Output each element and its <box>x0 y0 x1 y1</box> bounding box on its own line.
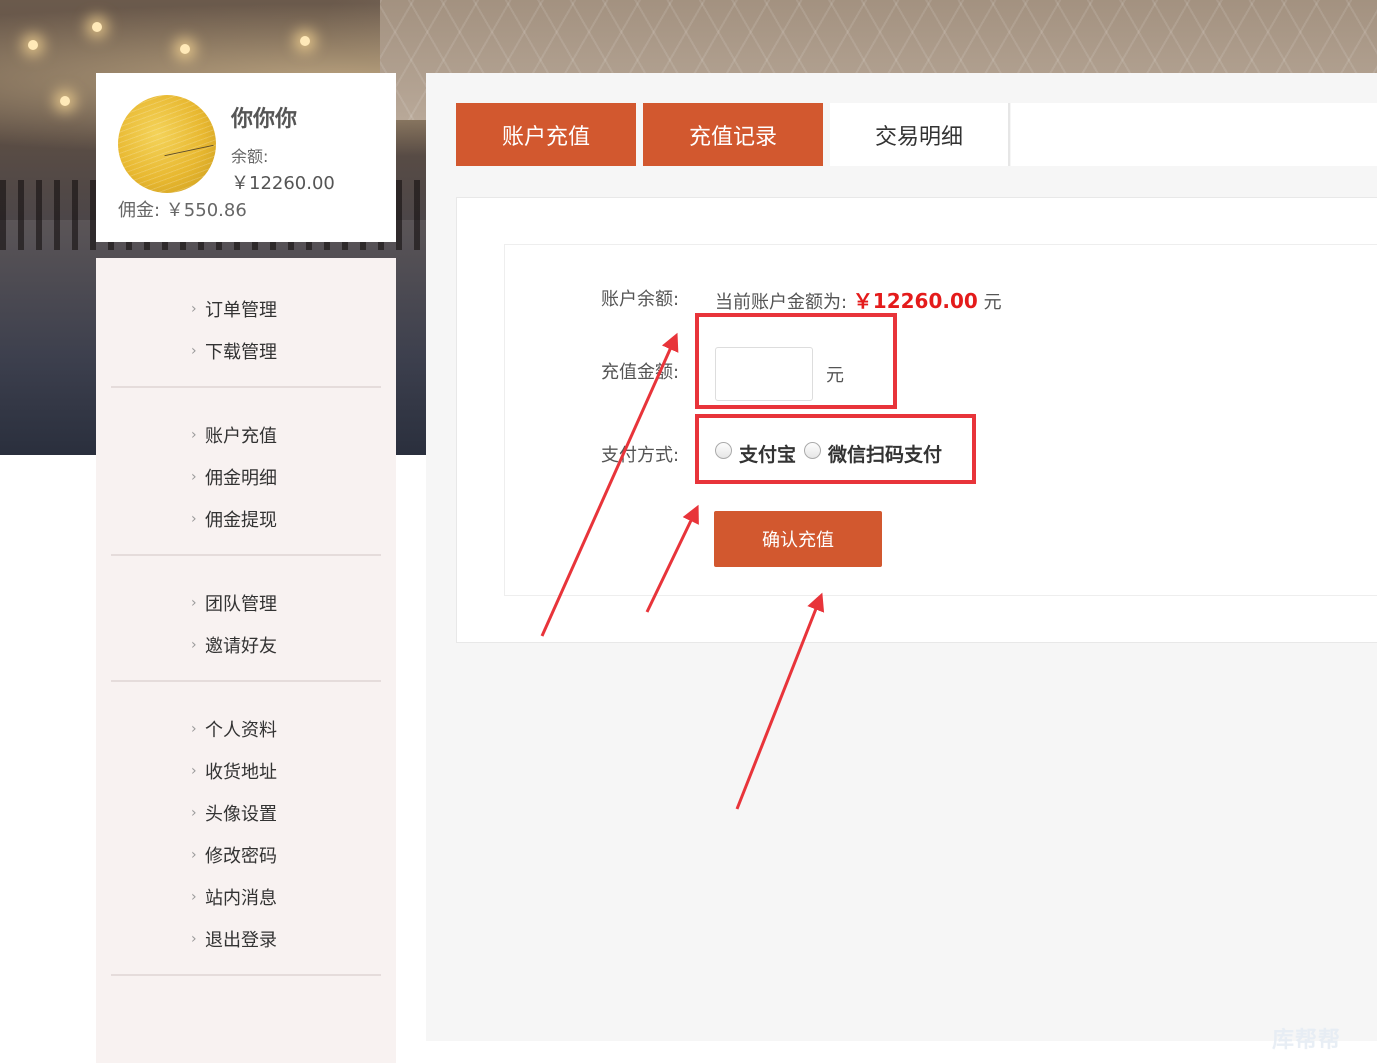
sidebar-item-label: 佣金明细 <box>205 468 277 489</box>
recharge-form: 账户余额: 当前账户金额为: ￥12260.00 元 充值金额: 元 支付方式:… <box>504 244 1377 596</box>
sidebar-item-label: 个人资料 <box>205 720 277 741</box>
banner-light <box>180 44 190 54</box>
recharge-amount-input[interactable] <box>715 347 813 401</box>
sidebar-item-label: 团队管理 <box>205 594 277 615</box>
chevron-right-icon: › <box>191 721 197 737</box>
sidebar: › 订单管理 › 下载管理 › 账户充值 › 佣金明细 › 佣金提现 › 团队管理 › 邀请好… <box>96 258 396 1063</box>
chevron-right-icon: › <box>191 595 197 611</box>
sidebar-item-label: 头像设置 <box>205 804 277 825</box>
nav-group-account: › 账户充值 › 佣金明细 › 佣金提现 <box>111 388 381 556</box>
sidebar-item-orders[interactable]: › 订单管理 <box>111 288 381 330</box>
chevron-right-icon: › <box>191 511 197 527</box>
recharge-panel: 账户余额: 当前账户金额为: ￥12260.00 元 充值金额: 元 支付方式:… <box>456 197 1377 643</box>
balance-row-label: 账户余额: <box>601 289 680 310</box>
chevron-right-icon: › <box>191 343 197 359</box>
sidebar-item-password[interactable]: › 修改密码 <box>111 834 381 876</box>
sidebar-item-label: 收货地址 <box>205 762 277 783</box>
balance-unit: 元 <box>983 292 1002 313</box>
sidebar-item-label: 下载管理 <box>205 342 277 363</box>
avatar[interactable] <box>118 95 216 193</box>
sidebar-item-recharge[interactable]: › 账户充值 <box>111 414 381 456</box>
sidebar-item-label: 订单管理 <box>205 300 277 321</box>
chevron-right-icon: › <box>191 763 197 779</box>
banner-light <box>60 96 70 106</box>
sidebar-item-invite[interactable]: › 邀请好友 <box>111 624 381 666</box>
sidebar-item-commission-detail[interactable]: › 佣金明细 <box>111 456 381 498</box>
alipay-radio[interactable] <box>715 442 732 459</box>
chevron-right-icon: › <box>191 847 197 863</box>
tab-recharge[interactable]: 账户充值 <box>456 103 636 166</box>
sidebar-item-logout[interactable]: › 退出登录 <box>111 918 381 960</box>
main-content: 账户充值 充值记录 交易明细 账户余额: 当前账户金额为: ￥12260.00 … <box>426 73 1377 1041</box>
sidebar-item-label: 修改密码 <box>205 846 277 867</box>
chevron-right-icon: › <box>191 301 197 317</box>
sidebar-item-avatar[interactable]: › 头像设置 <box>111 792 381 834</box>
balance-info: 当前账户金额为: ￥12260.00 元 <box>715 285 1002 314</box>
balance-prefix: 当前账户金额为: <box>715 292 848 313</box>
chevron-right-icon: › <box>191 805 197 821</box>
sidebar-item-label: 站内消息 <box>205 888 277 909</box>
tab-bar: 账户充值 充值记录 交易明细 <box>456 103 1010 166</box>
balance-label: 余额: <box>231 147 269 166</box>
tab-transactions[interactable]: 交易明细 <box>830 103 1010 166</box>
watermark: 库帮帮 <box>1272 1028 1342 1053</box>
profile-card: 你你你 余额: ￥12260.00 佣金: ￥550.86 <box>96 73 396 242</box>
sidebar-item-label: 邀请好友 <box>205 636 277 657</box>
tab-bar-filler <box>1011 103 1377 166</box>
sidebar-item-downloads[interactable]: › 下载管理 <box>111 330 381 372</box>
sidebar-item-label: 佣金提现 <box>205 510 277 531</box>
method-row-label: 支付方式: <box>601 445 680 466</box>
sidebar-item-team[interactable]: › 团队管理 <box>111 582 381 624</box>
username: 你你你 <box>231 107 298 132</box>
sidebar-item-withdraw[interactable]: › 佣金提现 <box>111 498 381 540</box>
tab-recharge-history[interactable]: 充值记录 <box>643 103 823 166</box>
chevron-right-icon: › <box>191 931 197 947</box>
sidebar-item-profile[interactable]: › 个人资料 <box>111 708 381 750</box>
sidebar-item-messages[interactable]: › 站内消息 <box>111 876 381 918</box>
chevron-right-icon: › <box>191 637 197 653</box>
amount-row-label: 充值金额: <box>601 362 680 383</box>
banner-light <box>28 40 38 50</box>
wechat-radio[interactable] <box>804 442 821 459</box>
sidebar-item-label: 退出登录 <box>205 930 277 951</box>
amount-unit: 元 <box>826 365 844 386</box>
alipay-label[interactable]: 支付宝 <box>739 440 796 467</box>
sidebar-item-label: 账户充值 <box>205 426 277 447</box>
confirm-recharge-button[interactable]: 确认充值 <box>714 511 882 567</box>
balance-amount: ￥12260.00 <box>852 289 978 313</box>
chevron-right-icon: › <box>191 469 197 485</box>
banner-light <box>300 36 310 46</box>
wechat-label[interactable]: 微信扫码支付 <box>828 440 942 467</box>
nav-group-settings: › 个人资料 › 收货地址 › 头像设置 › 修改密码 › 站内消息 › 退出登录 <box>111 682 381 976</box>
balance-value: ￥12260.00 <box>231 173 335 194</box>
chevron-right-icon: › <box>191 889 197 905</box>
sidebar-item-address[interactable]: › 收货地址 <box>111 750 381 792</box>
nav-group-orders: › 订单管理 › 下载管理 <box>111 258 381 388</box>
commission-value: 佣金: ￥550.86 <box>118 200 247 221</box>
nav-group-team: › 团队管理 › 邀请好友 <box>111 556 381 682</box>
banner-light <box>92 22 102 32</box>
chevron-right-icon: › <box>191 427 197 443</box>
